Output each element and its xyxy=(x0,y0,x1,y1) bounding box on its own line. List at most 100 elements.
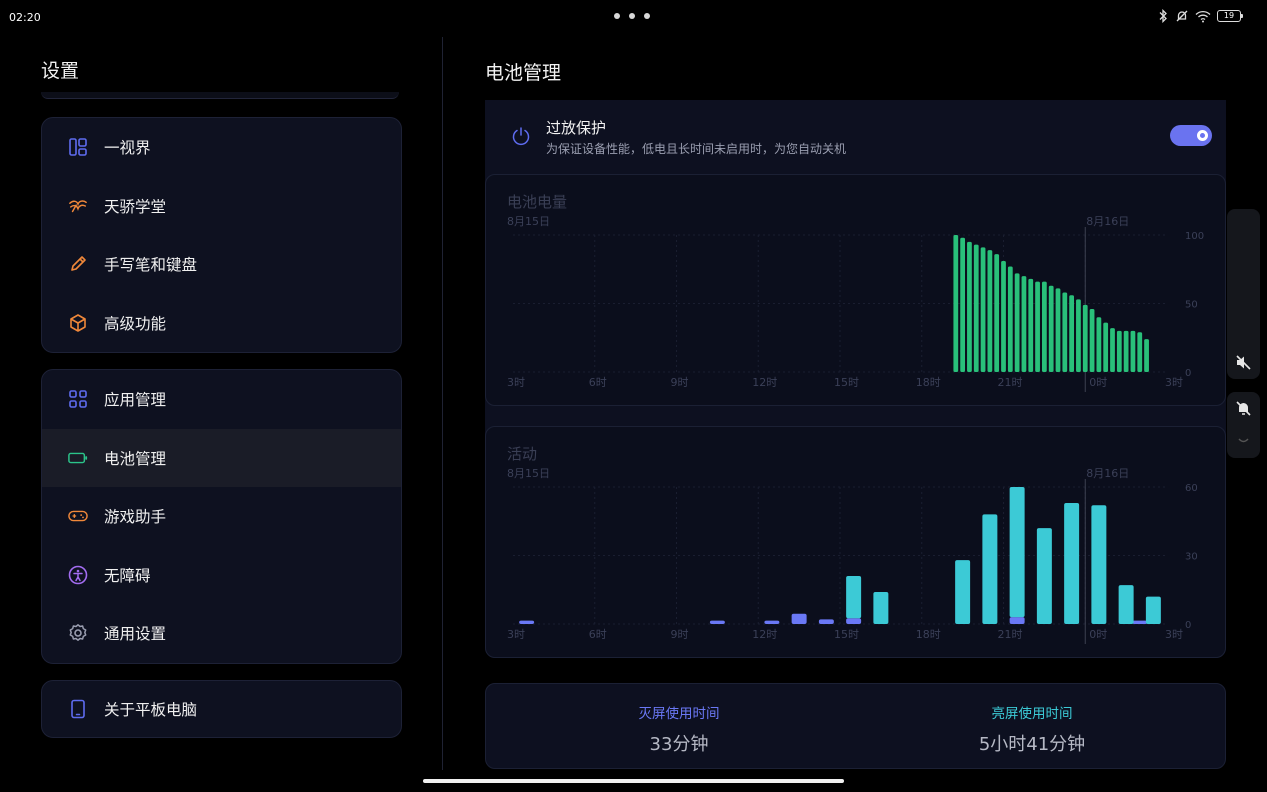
mute-bell-icon xyxy=(1176,10,1188,22)
power-icon xyxy=(512,127,530,146)
settings-item-apps[interactable]: 应用管理 xyxy=(42,370,401,429)
battery-bar xyxy=(1062,292,1068,372)
battery-icon xyxy=(68,448,88,468)
cube-icon xyxy=(68,313,88,333)
battery-bar xyxy=(980,247,986,372)
activity-x-tick: 3时 xyxy=(507,628,525,641)
settings-item-one-vision[interactable]: 一视界 xyxy=(42,118,401,177)
wifi-icon xyxy=(1195,10,1211,22)
activity-bar xyxy=(1132,620,1148,624)
battery-bar xyxy=(1116,330,1122,372)
chevron-down-icon[interactable] xyxy=(1238,438,1249,445)
ring-side-panel[interactable] xyxy=(1227,392,1260,458)
battery-x-tick: 3时 xyxy=(1165,376,1183,389)
activity-bar xyxy=(873,592,889,624)
battery-level-chart: 电池电量 3时 6时 9时 12时 15时 18时 21时 0时 3时 100 50 0 8月15日 8月… xyxy=(485,174,1226,406)
volume-side-panel[interactable] xyxy=(1227,209,1260,379)
over-discharge-protection-row[interactable]: 过放保护 为保证设备性能，低电且长时间未启用时，为您自动关机 xyxy=(485,112,1226,162)
battery-x-tick: 6时 xyxy=(589,376,607,389)
battery-bar xyxy=(1014,273,1020,372)
tablet-icon xyxy=(68,699,88,719)
battery-status-icon: 19 xyxy=(1217,10,1243,22)
battery-bar xyxy=(967,241,972,372)
battery-level-chart-plot: 3时 6时 9时 12时 15时 18时 21时 0时 3时 100 50 0 8月15日 8月16日 xyxy=(507,215,1204,392)
activity-date-label: 8月15日 xyxy=(507,467,550,480)
layout-icon xyxy=(68,137,88,157)
battery-y-tick: 0 xyxy=(1185,368,1191,379)
page-title: 电池管理 xyxy=(485,62,562,84)
battery-bar xyxy=(1055,288,1061,372)
screen-off-label: 灭屏使用时间 xyxy=(638,706,720,722)
settings-item-battery[interactable]: 电池管理 xyxy=(42,428,401,487)
screen-on-label: 亮屏使用时间 xyxy=(991,706,1073,722)
battery-x-tick: 18时 xyxy=(916,376,941,389)
battery-bar xyxy=(1123,330,1129,372)
activity-date-label: 8月16日 xyxy=(1086,467,1129,480)
battery-x-tick: 9时 xyxy=(671,376,689,389)
activity-bar xyxy=(818,619,834,624)
battery-date-label: 8月16日 xyxy=(1086,215,1129,228)
activity-bar xyxy=(519,620,535,624)
activity-y-tick: 60 xyxy=(1185,483,1198,494)
settings-item-about[interactable]: 关于平板电脑 xyxy=(42,681,401,737)
battery-x-tick: 12时 xyxy=(752,376,777,389)
activity-bar xyxy=(846,576,862,619)
battery-bar xyxy=(1137,332,1143,372)
settings-item-pen-keyboard[interactable]: 手写笔和键盘 xyxy=(42,235,401,294)
settings-item-accessibility[interactable]: 无障碍 xyxy=(42,546,401,605)
battery-y-tick: 100 xyxy=(1185,231,1204,242)
apps-grid-icon xyxy=(68,389,88,409)
protection-toggle[interactable] xyxy=(1170,125,1212,146)
usage-time-card: 灭屏使用时间 33分钟 亮屏使用时间 5小时41分钟 xyxy=(485,683,1226,769)
settings-group-1: 一视界 天骄学堂 手写笔和键盘 高级功能 xyxy=(41,117,402,353)
settings-item-game[interactable]: 游戏助手 xyxy=(42,487,401,546)
protection-desc: 为保证设备性能，低电且长时间未启用时，为您自动关机 xyxy=(546,142,847,156)
activity-x-tick: 6时 xyxy=(589,628,607,641)
battery-bar xyxy=(1144,339,1149,372)
accessibility-icon xyxy=(68,565,88,585)
battery-bar xyxy=(1001,261,1006,372)
settings-item-advanced[interactable]: 高级功能 xyxy=(42,294,401,353)
bluetooth-icon xyxy=(1159,9,1167,23)
speaker-mute-icon[interactable] xyxy=(1235,354,1252,371)
battery-bar xyxy=(1021,276,1027,372)
battery-bar xyxy=(1035,281,1040,372)
activity-bar xyxy=(791,613,807,624)
activity-chart: 活动 3时 6时 9时 12时 15时 18时 21时 0时 3时 60 30 0 8月15日 8月16日 xyxy=(485,426,1226,658)
activity-y-tick: 0 xyxy=(1185,620,1191,631)
activity-x-tick: 12时 xyxy=(752,628,777,641)
activity-bar xyxy=(1091,505,1107,624)
battery-x-tick: 0时 xyxy=(1089,376,1107,389)
activity-bar xyxy=(1009,617,1025,624)
screen-off-usage: 灭屏使用时间 33分钟 xyxy=(579,702,779,756)
home-indicator[interactable] xyxy=(423,779,844,783)
bell-mute-icon[interactable] xyxy=(1235,400,1252,417)
battery-bar xyxy=(987,250,993,372)
status-icons: 19 xyxy=(1157,9,1243,23)
battery-bar xyxy=(1069,295,1075,372)
battery-bar xyxy=(973,244,979,372)
pen-icon xyxy=(68,254,88,274)
activity-bar xyxy=(1036,528,1052,624)
gamepad-icon xyxy=(68,506,88,526)
scrolled-group-edge xyxy=(41,92,399,99)
settings-title: 设置 xyxy=(41,60,80,82)
battery-bar xyxy=(1089,308,1095,372)
activity-bar xyxy=(1118,585,1134,624)
settings-item-tianjiao[interactable]: 天骄学堂 xyxy=(42,177,401,236)
battery-date-label: 8月15日 xyxy=(507,215,550,228)
activity-bar xyxy=(709,620,725,624)
screen-on-usage: 亮屏使用时间 5小时41分钟 xyxy=(932,702,1132,756)
battery-bar xyxy=(994,254,1000,372)
settings-group-2: 应用管理 电池管理 游戏助手 无障碍 通用设置 xyxy=(41,369,402,664)
settings-item-general[interactable]: 通用设置 xyxy=(42,604,401,663)
multitask-dots[interactable] xyxy=(614,13,650,19)
activity-bar xyxy=(1009,487,1025,618)
screen-on-value: 5小时41分钟 xyxy=(978,734,1086,755)
education-icon xyxy=(68,196,88,216)
screen-off-value: 33分钟 xyxy=(649,734,709,755)
activity-x-tick: 0时 xyxy=(1089,628,1107,641)
activity-chart-plot: 3时 6时 9时 12时 15时 18时 21时 0时 3时 60 30 0 8月15日 8月16日 xyxy=(507,467,1198,644)
status-time: 02:20 xyxy=(9,11,41,24)
activity-bar xyxy=(1145,596,1161,624)
